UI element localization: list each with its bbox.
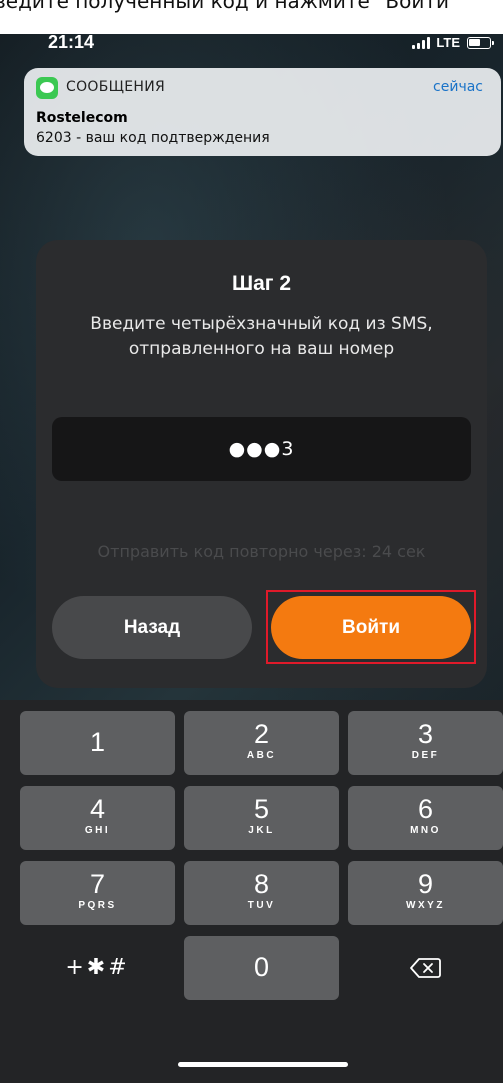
verification-dialog: Шаг 2 Введите четырёхзначный код из SMS,…: [36, 240, 487, 688]
key-2[interactable]: 2 ABC: [184, 711, 339, 775]
key-letters: JKL: [248, 825, 275, 836]
key-6[interactable]: 6 MNO: [348, 786, 503, 850]
key-7[interactable]: 7 PQRS: [20, 861, 175, 925]
key-digit: 5: [253, 794, 270, 824]
key-1[interactable]: 1: [20, 711, 175, 775]
notification-app-name: СООБЩЕНИЯ: [66, 79, 166, 95]
key-9[interactable]: 9 WXYZ: [348, 861, 503, 925]
key-symbols[interactable]: +✱#: [20, 936, 175, 1000]
key-letters: PQRS: [78, 900, 117, 911]
key-0[interactable]: 0: [184, 936, 339, 1000]
battery-icon: [467, 36, 494, 49]
network-type: LTE: [436, 35, 460, 50]
notification-body: 6203 - ваш код подтверждения: [36, 130, 270, 146]
key-letters: ABC: [246, 750, 277, 761]
numeric-keypad: 1 2 ABC 3 DEF 4 GHI 5 JKL 6 MNO 7 PQRS 8…: [0, 700, 503, 1083]
back-button[interactable]: Назад: [52, 596, 252, 659]
status-indicators: LTE: [412, 35, 494, 50]
instruction-text: ведите полученный код и нажмите "Войти": [0, 0, 459, 13]
key-3[interactable]: 3 DEF: [348, 711, 503, 775]
key-digit: 8: [253, 869, 270, 899]
signal-icon: [412, 36, 431, 49]
key-digit: 1: [89, 727, 106, 757]
sms-code-input[interactable]: ●●●3: [52, 417, 471, 481]
notification-time: сейчас: [433, 79, 483, 95]
notification-sender: Rostelecom: [36, 110, 128, 126]
status-bar: 21:14 LTE: [0, 26, 503, 62]
step-description: Введите четырёхзначный код из SMS, отпра…: [90, 314, 433, 359]
key-8[interactable]: 8 TUV: [184, 861, 339, 925]
key-4[interactable]: 4 GHI: [20, 786, 175, 850]
key-digit: 2: [253, 719, 270, 749]
key-letters: MNO: [410, 825, 441, 836]
key-letters: DEF: [411, 750, 440, 761]
key-digit: 7: [89, 869, 106, 899]
step-title: Шаг 2: [231, 272, 292, 295]
key-letters: TUV: [247, 900, 276, 911]
key-digit: 3: [417, 719, 434, 749]
key-digit: 0: [253, 952, 270, 982]
key-letters: WXYZ: [406, 900, 445, 911]
backspace-icon: [410, 958, 441, 978]
login-button[interactable]: Войти: [271, 596, 471, 659]
resend-timer: Отправить код повторно через: 24 сек: [97, 542, 426, 561]
key-digit: 9: [417, 869, 434, 899]
backspace-key[interactable]: [348, 936, 503, 1000]
key-digit: 6: [417, 794, 434, 824]
key-digit: 4: [89, 794, 106, 824]
status-time: 21:14: [48, 32, 95, 52]
key-letters: GHI: [84, 825, 111, 836]
messages-icon: [36, 77, 58, 99]
sms-notification[interactable]: СООБЩЕНИЯ сейчас Rostelecom 6203 - ваш к…: [24, 68, 501, 156]
home-indicator: [178, 1062, 348, 1067]
key-5[interactable]: 5 JKL: [184, 786, 339, 850]
